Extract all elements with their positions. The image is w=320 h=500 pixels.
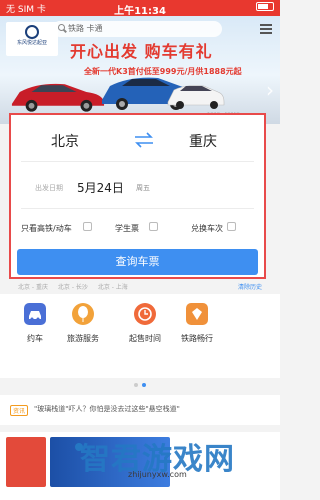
departure-date[interactable]: 5月24日 [77, 179, 124, 196]
option-highspeed-checkbox[interactable] [83, 222, 92, 231]
search-input[interactable]: 铁路 卡通 [52, 21, 222, 37]
car-icon [24, 303, 46, 325]
banner-headline: 开心出发 购车有礼 [70, 42, 213, 61]
service-grid: 约车 旅游服务 起售时间 铁路畅行 [0, 294, 280, 387]
history-item[interactable]: 北京 - 上海 [98, 284, 128, 291]
brand-logo: 东风悦达起亚 [6, 22, 58, 56]
news-ticker[interactable]: 资讯 "玻璃栈道"吓人？你怕是没去过这些"悬空栈道" [0, 395, 280, 425]
clear-history-link[interactable]: 清除历史 [238, 282, 262, 291]
brand-tag-text: 东风悦达起亚 [16, 40, 47, 46]
ticket-search-card: 北京 重庆 出发日期 5月24日 周五 只看高铁/动车 学生票 兑换车次 查询车… [9, 113, 266, 279]
option-exchange-checkbox[interactable] [227, 222, 236, 231]
promo-tile-red [6, 437, 46, 487]
page-indicator [0, 372, 280, 391]
option-student-checkbox[interactable] [149, 222, 158, 231]
next-arrow-icon: › [266, 78, 274, 102]
date-label: 出发日期 [35, 184, 63, 192]
car-red-image [11, 83, 105, 112]
news-badge: 资讯 [10, 405, 29, 416]
search-icon [58, 24, 65, 31]
watermark-url: zhijunyxw.com [128, 470, 187, 479]
car-white-image [167, 85, 225, 109]
service-label: 铁路畅行 [181, 334, 213, 343]
clock-icon [134, 303, 156, 325]
status-bar: 无 SIM 卡 上午11:34 [0, 0, 280, 17]
to-city[interactable]: 重庆 [189, 131, 217, 151]
from-city[interactable]: 北京 [51, 131, 79, 151]
divider [21, 208, 254, 209]
battery-icon [254, 2, 274, 12]
swap-icon[interactable] [133, 132, 155, 148]
menu-icon[interactable] [260, 24, 272, 34]
brand-emblem-icon [25, 25, 39, 39]
query-tickets-button[interactable]: 查询车票 [17, 249, 258, 275]
news-text: "玻璃栈道"吓人？你怕是没去过这些"悬空栈道" [34, 405, 180, 413]
service-rail-pass[interactable]: 铁路畅行 [162, 294, 232, 344]
option-exchange-label: 兑换车次 [191, 224, 223, 233]
service-label: 旅游服务 [67, 334, 99, 343]
service-travel[interactable]: 旅游服务 [48, 294, 118, 344]
weekday-label: 周五 [136, 184, 150, 192]
history-item[interactable]: 北京 - 重庆 [18, 284, 48, 291]
divider [21, 161, 254, 162]
option-highspeed-label: 只看高铁/动车 [21, 224, 72, 233]
diamond-icon [186, 303, 208, 325]
history-item[interactable]: 北京 - 长沙 [58, 284, 88, 291]
ad-banner[interactable]: 东风悦达起亚 铁路 卡通 开心出发 购车有礼 全新一代K3首付低至999元/月供… [0, 16, 280, 124]
balloon-icon [72, 303, 94, 325]
search-history: 北京 - 重庆 北京 - 长沙 北京 - 上海 [18, 282, 136, 291]
status-time: 上午11:34 [114, 6, 166, 17]
option-student-label: 学生票 [115, 224, 139, 233]
search-placeholder: 铁路 卡通 [68, 24, 103, 33]
